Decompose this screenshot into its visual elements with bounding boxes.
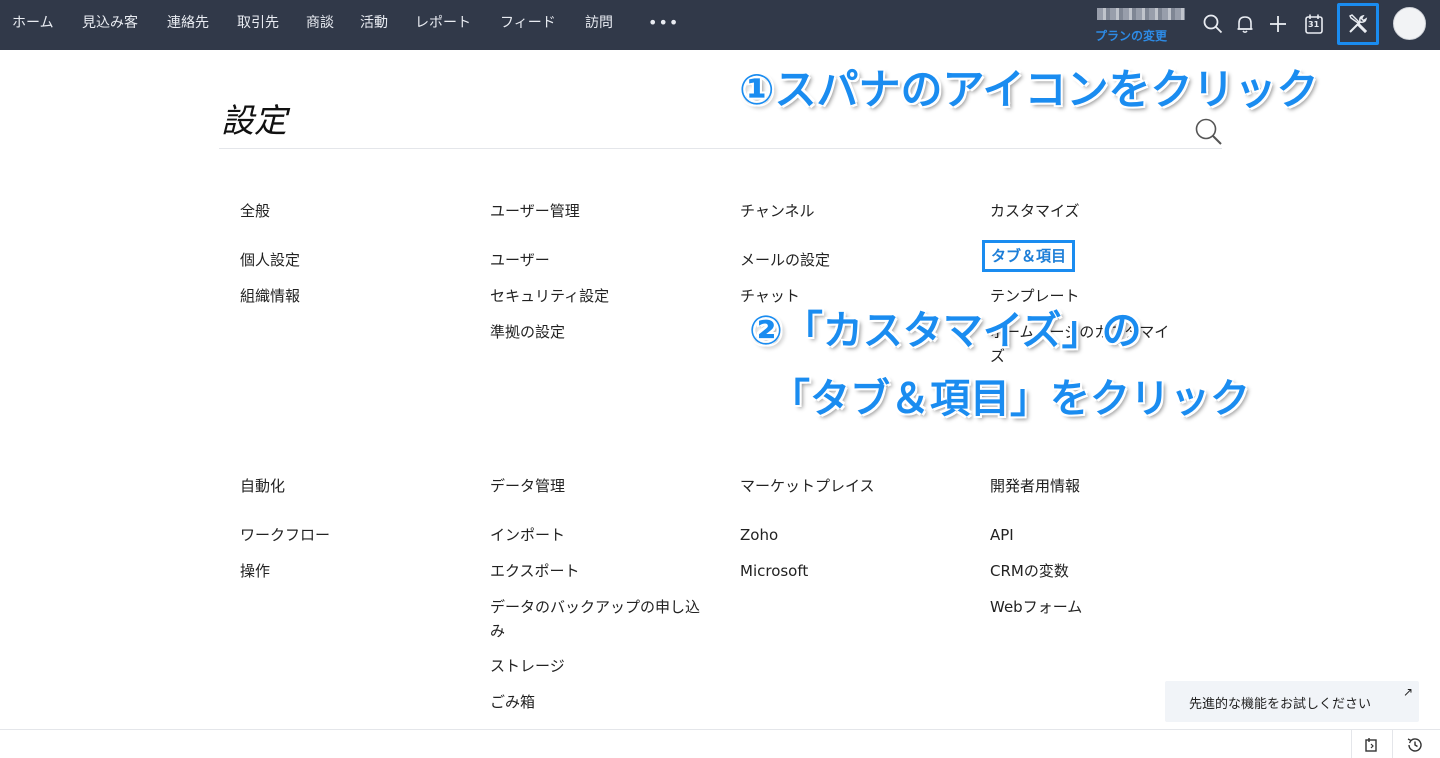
nav-item-reports[interactable]: レポート <box>415 0 471 50</box>
calendar-day-number: 31 <box>1308 20 1320 29</box>
nav-item-contacts[interactable]: 連絡先 <box>167 0 209 50</box>
nav-item-deals[interactable]: 商談 <box>306 0 334 50</box>
bottom-bar-divider <box>1351 730 1352 758</box>
section-heading-data-administration: データ管理 <box>490 477 566 495</box>
nav-item-accounts[interactable]: 取引先 <box>237 0 279 50</box>
setup-button[interactable] <box>1337 3 1379 45</box>
calendar-icon[interactable]: 31 <box>1300 10 1328 38</box>
section-heading-automation: 自動化 <box>240 477 286 495</box>
wrench-screwdriver-icon <box>1349 14 1368 34</box>
nav-item-leads[interactable]: 見込み客 <box>82 0 138 50</box>
nav-item-activities[interactable]: 活動 <box>360 0 388 50</box>
link-workflow[interactable]: ワークフロー <box>240 523 330 547</box>
page-title: 設定 <box>221 101 287 140</box>
annotation-step-1: ①スパナのアイコンをクリック <box>738 64 1319 115</box>
blurred-username <box>1097 8 1185 20</box>
plus-icon[interactable] <box>1264 10 1292 38</box>
nav-item-home[interactable]: ホーム <box>12 0 54 50</box>
notes-icon[interactable] <box>1359 734 1383 756</box>
section-heading-channels: チャンネル <box>740 202 815 220</box>
bell-icon[interactable] <box>1231 10 1259 38</box>
change-plan-link[interactable]: プランの変更 <box>1095 27 1167 44</box>
link-users[interactable]: ユーザー <box>490 248 550 272</box>
external-link-arrow-icon: ↗ <box>1402 685 1413 699</box>
bottom-bar-divider <box>1392 730 1393 758</box>
link-tabs-and-fields[interactable]: タブ＆項目 <box>982 240 1076 272</box>
link-company-details[interactable]: 組織情報 <box>240 284 300 308</box>
annotation-step-2-line-2: 「タブ＆項目」をクリック <box>769 375 1251 423</box>
trial-banner-text: 先進的な機能をお試しください <box>1189 697 1372 712</box>
link-web-forms[interactable]: Webフォーム <box>990 595 1082 619</box>
nav-item-visits[interactable]: 訪問 <box>585 0 613 50</box>
section-heading-developer-space: 開発者用情報 <box>990 477 1081 495</box>
trial-banner[interactable]: 先進的な機能をお試しください ↗ <box>1165 681 1419 722</box>
link-crm-variables[interactable]: CRMの変数 <box>990 559 1069 583</box>
link-security-settings[interactable]: セキュリティ設定 <box>490 284 609 308</box>
link-export[interactable]: エクスポート <box>490 559 580 583</box>
link-personal-settings[interactable]: 個人設定 <box>240 248 300 272</box>
section-heading-marketplace: マーケットプレイス <box>740 477 875 495</box>
nav-more-button[interactable]: ••• <box>648 0 679 50</box>
link-recycle-bin[interactable]: ごみ箱 <box>490 690 535 714</box>
nav-item-feeds[interactable]: フィード <box>500 0 556 50</box>
link-storage[interactable]: ストレージ <box>490 654 565 678</box>
history-icon[interactable] <box>1403 734 1427 756</box>
link-import[interactable]: インポート <box>490 523 565 547</box>
link-compliance-settings[interactable]: 準拠の設定 <box>490 320 565 344</box>
link-email-settings[interactable]: メールの設定 <box>740 248 830 272</box>
bottom-bar <box>0 729 1440 758</box>
header-divider <box>219 148 1222 149</box>
section-heading-user-management: ユーザー管理 <box>490 202 580 220</box>
link-data-backup[interactable]: データのバックアップの申し込み <box>490 595 700 643</box>
section-heading-general: 全般 <box>240 202 271 220</box>
link-actions[interactable]: 操作 <box>240 559 270 583</box>
settings-search-icon[interactable] <box>1193 116 1223 146</box>
top-navigation-bar: ホーム 見込み客 連絡先 取引先 商談 活動 レポート フィード 訪問 ••• … <box>0 0 1440 50</box>
annotation-step-2-line-1: ②「カスタマイズ」の <box>748 307 1142 355</box>
link-zoho[interactable]: Zoho <box>740 523 778 547</box>
link-api[interactable]: API <box>990 523 1014 547</box>
section-heading-customization: カスタマイズ <box>990 202 1080 220</box>
avatar[interactable] <box>1393 7 1426 40</box>
search-icon[interactable] <box>1199 10 1227 38</box>
link-microsoft[interactable]: Microsoft <box>740 559 808 583</box>
